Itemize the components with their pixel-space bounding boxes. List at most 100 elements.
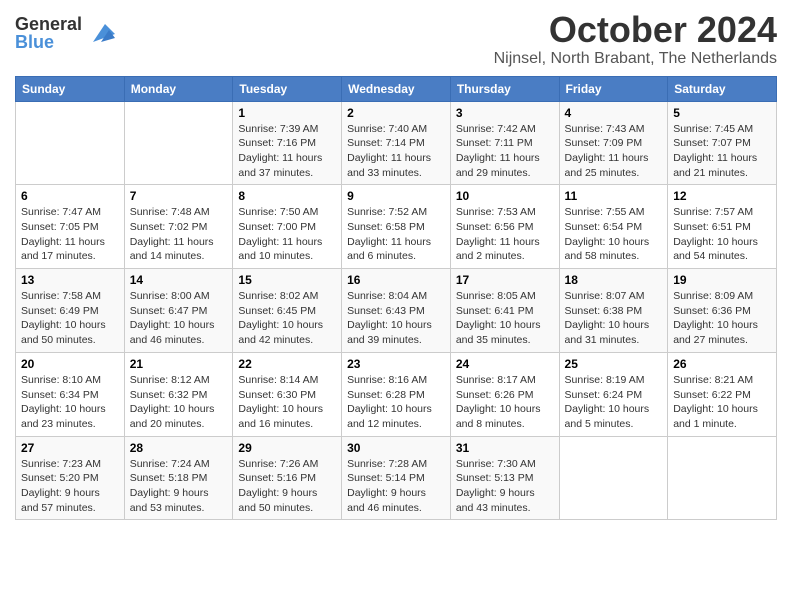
header-cell-sunday: Sunday bbox=[16, 76, 125, 101]
day-cell: 23Sunrise: 8:16 AM Sunset: 6:28 PM Dayli… bbox=[342, 352, 451, 436]
day-info: Sunrise: 7:47 AM Sunset: 7:05 PM Dayligh… bbox=[21, 205, 119, 264]
header-cell-tuesday: Tuesday bbox=[233, 76, 342, 101]
day-cell: 24Sunrise: 8:17 AM Sunset: 6:26 PM Dayli… bbox=[450, 352, 559, 436]
day-info: Sunrise: 8:05 AM Sunset: 6:41 PM Dayligh… bbox=[456, 289, 554, 348]
week-row-2: 6 Sunrise: 7:47 AM Sunset: 7:05 PM Daylig… bbox=[16, 185, 777, 269]
day-info: Sunrise: 7:43 AM Sunset: 7:09 PM Dayligh… bbox=[565, 122, 663, 181]
day-number: 17 bbox=[456, 273, 554, 287]
day-cell: 26 Sunrise: 8:21 AM Sunset: 6:22 PM Dayli… bbox=[668, 352, 777, 436]
day-info: Sunrise: 7:40 AM Sunset: 7:14 PM Dayligh… bbox=[347, 122, 445, 181]
day-info: Sunrise: 7:48 AM Sunset: 7:02 PM Dayligh… bbox=[130, 205, 228, 264]
day-info: Sunrise: 7:55 AM Sunset: 6:54 PM Dayligh… bbox=[565, 205, 663, 264]
day-cell: 27 Sunrise: 7:23 AM Sunset: 5:20 PM Dayli… bbox=[16, 436, 125, 520]
day-number: 16 bbox=[347, 273, 445, 287]
day-cell: 5 Sunrise: 7:45 AM Sunset: 7:07 PM Daylig… bbox=[668, 101, 777, 185]
day-info: Sunrise: 8:14 AM Sunset: 6:30 PM Dayligh… bbox=[238, 373, 336, 432]
day-info: Sunrise: 8:21 AM Sunset: 6:22 PM Dayligh… bbox=[673, 373, 771, 432]
day-cell: 2 Sunrise: 7:40 AM Sunset: 7:14 PM Daylig… bbox=[342, 101, 451, 185]
calendar-table: SundayMondayTuesdayWednesdayThursdayFrid… bbox=[15, 76, 777, 521]
logo-icon bbox=[87, 20, 115, 48]
day-cell: 11 Sunrise: 7:55 AM Sunset: 6:54 PM Dayli… bbox=[559, 185, 668, 269]
day-info: Sunrise: 7:45 AM Sunset: 7:07 PM Dayligh… bbox=[673, 122, 771, 181]
day-number: 15 bbox=[238, 273, 336, 287]
day-number: 10 bbox=[456, 189, 554, 203]
header-cell-monday: Monday bbox=[124, 76, 233, 101]
week-row-5: 27 Sunrise: 7:23 AM Sunset: 5:20 PM Dayli… bbox=[16, 436, 777, 520]
day-cell: 29Sunrise: 7:26 AM Sunset: 5:16 PM Dayli… bbox=[233, 436, 342, 520]
day-cell bbox=[668, 436, 777, 520]
day-info: Sunrise: 7:30 AM Sunset: 5:13 PM Dayligh… bbox=[456, 457, 554, 516]
day-cell: 15 Sunrise: 8:02 AM Sunset: 6:45 PM Dayli… bbox=[233, 269, 342, 353]
day-info: Sunrise: 8:09 AM Sunset: 6:36 PM Dayligh… bbox=[673, 289, 771, 348]
day-cell: 28 Sunrise: 7:24 AM Sunset: 5:18 PM Dayli… bbox=[124, 436, 233, 520]
day-cell: 31 Sunrise: 7:30 AM Sunset: 5:13 PM Dayli… bbox=[450, 436, 559, 520]
day-info: Sunrise: 7:24 AM Sunset: 5:18 PM Dayligh… bbox=[130, 457, 228, 516]
day-cell: 22 Sunrise: 8:14 AM Sunset: 6:30 PM Dayli… bbox=[233, 352, 342, 436]
day-number: 23 bbox=[347, 357, 445, 371]
day-info: Sunrise: 8:02 AM Sunset: 6:45 PM Dayligh… bbox=[238, 289, 336, 348]
day-number: 24 bbox=[456, 357, 554, 371]
day-number: 5 bbox=[673, 106, 771, 120]
day-info: Sunrise: 8:19 AM Sunset: 6:24 PM Dayligh… bbox=[565, 373, 663, 432]
day-info: Sunrise: 7:52 AM Sunset: 6:58 PM Dayligh… bbox=[347, 205, 445, 264]
day-number: 21 bbox=[130, 357, 228, 371]
day-info: Sunrise: 8:04 AM Sunset: 6:43 PM Dayligh… bbox=[347, 289, 445, 348]
day-cell: 13Sunrise: 7:58 AM Sunset: 6:49 PM Dayli… bbox=[16, 269, 125, 353]
logo: General Blue bbox=[15, 10, 115, 51]
month-title: October 2024 bbox=[494, 10, 777, 50]
day-cell: 18 Sunrise: 8:07 AM Sunset: 6:38 PM Dayli… bbox=[559, 269, 668, 353]
day-info: Sunrise: 7:50 AM Sunset: 7:00 PM Dayligh… bbox=[238, 205, 336, 264]
day-cell: 16 Sunrise: 8:04 AM Sunset: 6:43 PM Dayli… bbox=[342, 269, 451, 353]
day-number: 6 bbox=[21, 189, 119, 203]
location-title: Nijnsel, North Brabant, The Netherlands bbox=[494, 50, 777, 68]
day-number: 9 bbox=[347, 189, 445, 203]
day-number: 28 bbox=[130, 441, 228, 455]
day-cell: 6 Sunrise: 7:47 AM Sunset: 7:05 PM Daylig… bbox=[16, 185, 125, 269]
day-number: 12 bbox=[673, 189, 771, 203]
day-number: 3 bbox=[456, 106, 554, 120]
day-number: 14 bbox=[130, 273, 228, 287]
day-info: Sunrise: 7:26 AM Sunset: 5:16 PM Dayligh… bbox=[238, 457, 336, 516]
day-number: 18 bbox=[565, 273, 663, 287]
day-info: Sunrise: 7:58 AM Sunset: 6:49 PM Dayligh… bbox=[21, 289, 119, 348]
day-number: 2 bbox=[347, 106, 445, 120]
day-cell: 1 Sunrise: 7:39 AM Sunset: 7:16 PM Daylig… bbox=[233, 101, 342, 185]
day-cell: 20Sunrise: 8:10 AM Sunset: 6:34 PM Dayli… bbox=[16, 352, 125, 436]
week-row-1: 1 Sunrise: 7:39 AM Sunset: 7:16 PM Daylig… bbox=[16, 101, 777, 185]
day-info: Sunrise: 8:00 AM Sunset: 6:47 PM Dayligh… bbox=[130, 289, 228, 348]
day-cell: 21 Sunrise: 8:12 AM Sunset: 6:32 PM Dayli… bbox=[124, 352, 233, 436]
day-number: 11 bbox=[565, 189, 663, 203]
day-cell: 9 Sunrise: 7:52 AM Sunset: 6:58 PM Daylig… bbox=[342, 185, 451, 269]
day-cell: 14 Sunrise: 8:00 AM Sunset: 6:47 PM Dayli… bbox=[124, 269, 233, 353]
day-number: 25 bbox=[565, 357, 663, 371]
day-number: 31 bbox=[456, 441, 554, 455]
day-number: 27 bbox=[21, 441, 119, 455]
day-number: 20 bbox=[21, 357, 119, 371]
day-info: Sunrise: 7:42 AM Sunset: 7:11 PM Dayligh… bbox=[456, 122, 554, 181]
day-number: 22 bbox=[238, 357, 336, 371]
header-cell-thursday: Thursday bbox=[450, 76, 559, 101]
day-number: 1 bbox=[238, 106, 336, 120]
day-cell bbox=[124, 101, 233, 185]
day-cell: 30Sunrise: 7:28 AM Sunset: 5:14 PM Dayli… bbox=[342, 436, 451, 520]
day-cell: 4Sunrise: 7:43 AM Sunset: 7:09 PM Daylig… bbox=[559, 101, 668, 185]
day-info: Sunrise: 7:53 AM Sunset: 6:56 PM Dayligh… bbox=[456, 205, 554, 264]
week-row-3: 13Sunrise: 7:58 AM Sunset: 6:49 PM Dayli… bbox=[16, 269, 777, 353]
day-cell: 7 Sunrise: 7:48 AM Sunset: 7:02 PM Daylig… bbox=[124, 185, 233, 269]
header: General Blue October 2024 Nijnsel, North… bbox=[15, 10, 777, 68]
day-info: Sunrise: 8:12 AM Sunset: 6:32 PM Dayligh… bbox=[130, 373, 228, 432]
day-info: Sunrise: 7:23 AM Sunset: 5:20 PM Dayligh… bbox=[21, 457, 119, 516]
day-cell: 19Sunrise: 8:09 AM Sunset: 6:36 PM Dayli… bbox=[668, 269, 777, 353]
day-number: 8 bbox=[238, 189, 336, 203]
day-info: Sunrise: 7:39 AM Sunset: 7:16 PM Dayligh… bbox=[238, 122, 336, 181]
header-cell-friday: Friday bbox=[559, 76, 668, 101]
day-number: 26 bbox=[673, 357, 771, 371]
header-cell-saturday: Saturday bbox=[668, 76, 777, 101]
day-info: Sunrise: 8:07 AM Sunset: 6:38 PM Dayligh… bbox=[565, 289, 663, 348]
header-cell-wednesday: Wednesday bbox=[342, 76, 451, 101]
day-number: 7 bbox=[130, 189, 228, 203]
day-cell: 17 Sunrise: 8:05 AM Sunset: 6:41 PM Dayli… bbox=[450, 269, 559, 353]
title-section: October 2024 Nijnsel, North Brabant, The… bbox=[494, 10, 777, 68]
day-cell bbox=[559, 436, 668, 520]
header-row: SundayMondayTuesdayWednesdayThursdayFrid… bbox=[16, 76, 777, 101]
